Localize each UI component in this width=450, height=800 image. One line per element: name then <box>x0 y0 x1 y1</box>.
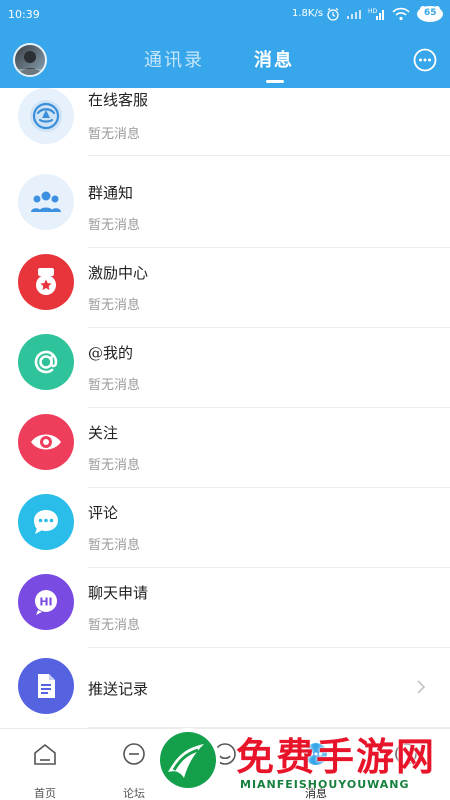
tab-fun[interactable] <box>195 741 255 785</box>
wifi-icon <box>392 7 410 21</box>
item-subtitle: 暂无消息 <box>88 298 141 313</box>
tab-home[interactable]: 首页 <box>15 741 75 800</box>
network-speed: 1.8K/s <box>292 8 324 19</box>
list-item-group-notice[interactable]: 群通知 暂无消息 <box>0 168 450 248</box>
item-subtitle: 暂无消息 <box>88 538 141 553</box>
comment-icon <box>18 494 74 550</box>
user-icon <box>395 743 417 765</box>
tab-label: 论坛 <box>123 787 145 800</box>
tab-me[interactable] <box>376 741 436 785</box>
tab-forum[interactable]: 论坛 <box>104 741 164 800</box>
tab-label: 消息 <box>305 787 327 800</box>
item-title: 激励中心 <box>88 264 149 282</box>
customer-service-icon <box>18 88 74 144</box>
item-title: 聊天申请 <box>88 584 149 602</box>
chevron-right-icon <box>417 680 426 694</box>
item-title: 评论 <box>88 504 119 522</box>
item-title: 在线客服 <box>88 91 149 109</box>
item-title: 关注 <box>88 424 119 442</box>
forum-icon <box>123 743 145 765</box>
list-item-comments[interactable]: 评论 暂无消息 <box>0 488 450 568</box>
list-item-follow[interactable]: 关注 暂无消息 <box>0 408 450 488</box>
list-item-push-records[interactable]: 推送记录 <box>0 648 450 728</box>
tab-messages-bottom[interactable]: 消息 <box>286 741 346 800</box>
document-icon <box>18 658 74 714</box>
avatar[interactable] <box>13 43 47 77</box>
award-icon <box>18 254 74 310</box>
tab-messages[interactable]: 消息 <box>254 46 294 72</box>
message-icon <box>305 743 327 765</box>
item-title: 推送记录 <box>88 680 149 698</box>
item-subtitle: 暂无消息 <box>88 218 141 233</box>
item-title: @我的 <box>88 344 134 362</box>
hd-signal-icon: HD <box>368 8 384 20</box>
bottom-tab-bar: 首页 论坛 消息 <box>0 728 450 800</box>
item-subtitle: 暂无消息 <box>88 378 141 393</box>
item-title: 群通知 <box>88 184 134 202</box>
item-subtitle: 暂无消息 <box>88 618 141 633</box>
list-item-incentive-center[interactable]: 激励中心 暂无消息 <box>0 248 450 328</box>
status-icons: HD 65 <box>326 5 444 23</box>
chat-bubble-icon[interactable] <box>413 48 437 72</box>
eye-icon <box>18 414 74 470</box>
tab-contacts[interactable]: 通讯录 <box>144 46 204 72</box>
item-subtitle: 暂无消息 <box>88 127 141 142</box>
svg-text:HD: HD <box>368 8 378 15</box>
message-list: 在线客服 暂无消息 群通知 暂无消息 激励中心 暂无消息 @我的 暂无消息 关注… <box>0 88 450 728</box>
hi-icon: HI <box>18 574 74 630</box>
item-subtitle: 暂无消息 <box>88 458 141 473</box>
battery-level: 65 <box>424 8 437 18</box>
group-icon <box>18 174 74 230</box>
alarm-icon <box>327 8 339 21</box>
status-time: 10:39 <box>8 8 40 21</box>
home-icon <box>34 743 56 765</box>
svg-text:HI: HI <box>39 596 52 609</box>
list-item-mentions[interactable]: @我的 暂无消息 <box>0 328 450 408</box>
list-item-customer-service[interactable]: 在线客服 暂无消息 <box>0 88 450 156</box>
top-nav: 通讯录 消息 <box>0 30 450 88</box>
tab-label: 首页 <box>34 787 56 800</box>
status-bar: 10:39 1.8K/s HD 65 <box>0 0 450 30</box>
divider <box>88 155 450 156</box>
list-item-chat-request[interactable]: HI 聊天申请 暂无消息 <box>0 568 450 648</box>
battery-icon: 65 <box>416 5 444 23</box>
at-icon <box>18 334 74 390</box>
signal-icon <box>347 10 361 19</box>
active-tab-indicator <box>266 80 284 83</box>
smile-icon <box>214 743 236 765</box>
